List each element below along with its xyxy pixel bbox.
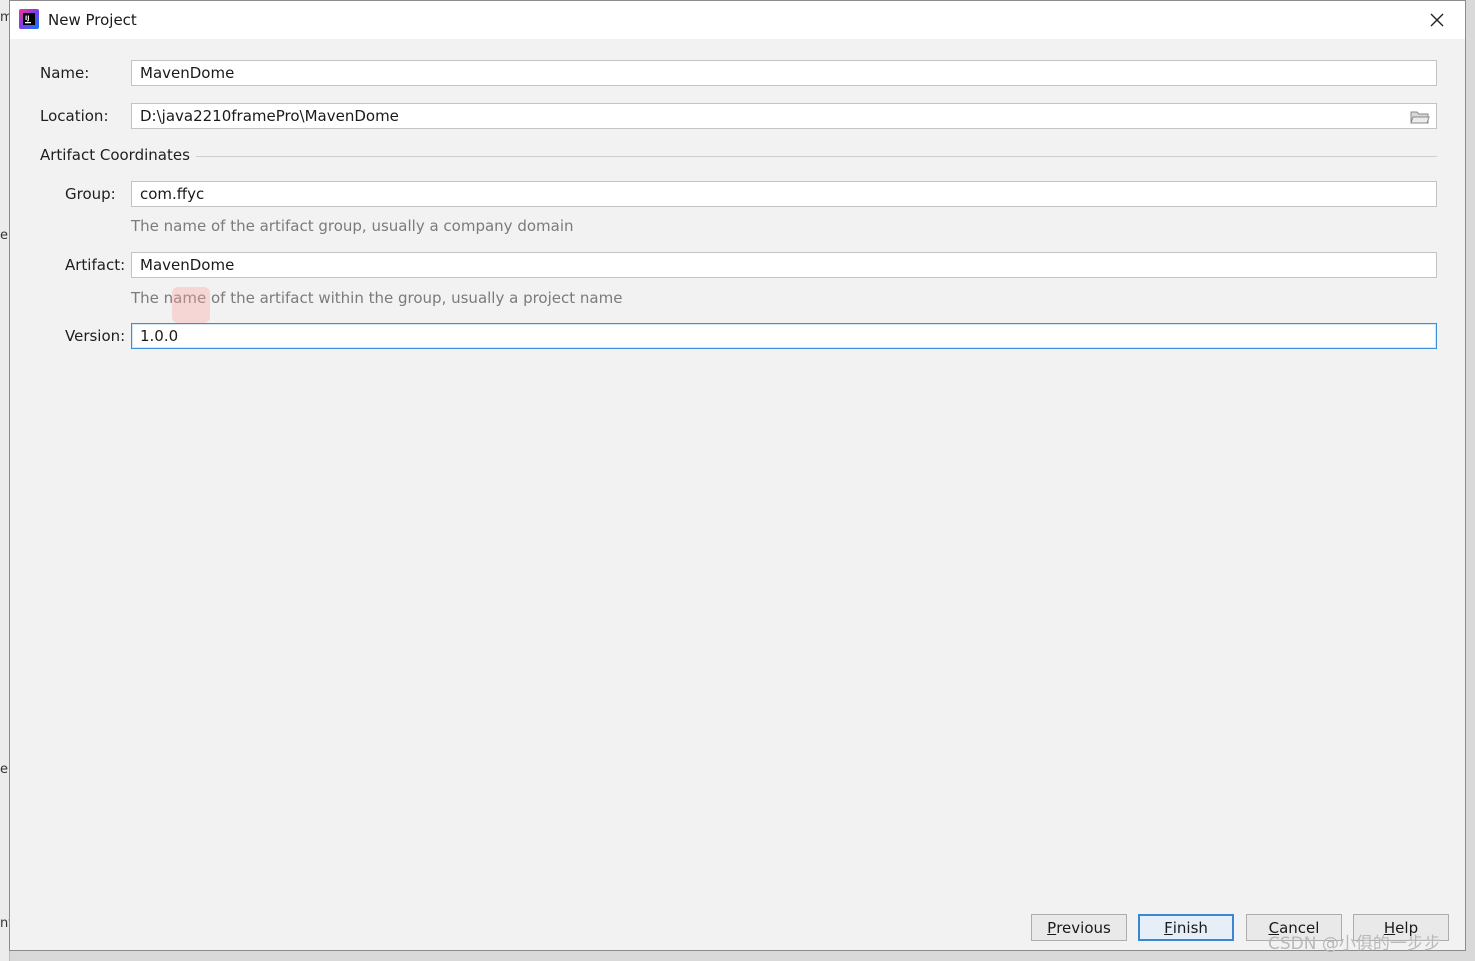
- version-label: Version:: [65, 327, 126, 345]
- close-button[interactable]: [1423, 6, 1451, 34]
- close-icon: [1430, 13, 1444, 27]
- artifact-coordinates-heading: Artifact Coordinates: [40, 146, 190, 164]
- window-title: New Project: [48, 11, 137, 29]
- finish-button[interactable]: Finish: [1138, 914, 1234, 941]
- location-label: Location:: [40, 107, 109, 125]
- section-divider: [196, 156, 1437, 157]
- name-label: Name:: [40, 64, 90, 82]
- name-field[interactable]: [131, 60, 1437, 86]
- csdn-watermark: CSDN @小俱的一步步: [1268, 934, 1441, 954]
- artifact-label: Artifact:: [65, 256, 126, 274]
- previous-button[interactable]: Previous: [1031, 914, 1127, 941]
- group-label: Group:: [65, 185, 116, 203]
- intellij-app-icon: IJ: [19, 9, 39, 29]
- previous-mnemonic: P: [1047, 918, 1057, 937]
- location-field[interactable]: [131, 103, 1437, 129]
- artifact-field[interactable]: [131, 252, 1437, 278]
- group-hint: The name of the artifact group, usually …: [131, 217, 574, 235]
- version-field[interactable]: [131, 323, 1437, 349]
- title-bar: IJ New Project: [10, 1, 1465, 39]
- group-field[interactable]: [131, 181, 1437, 207]
- overlay-search-bubble: [172, 287, 210, 323]
- previous-label: revious: [1056, 918, 1111, 937]
- finish-mnemonic: F: [1164, 918, 1173, 937]
- svg-text:IJ: IJ: [25, 15, 29, 22]
- new-project-dialog: IJ New Project Name: Location: Artifact …: [9, 0, 1466, 951]
- background-text-fragment: e: [0, 228, 8, 243]
- folder-icon[interactable]: [1410, 109, 1430, 125]
- finish-label: inish: [1172, 918, 1208, 937]
